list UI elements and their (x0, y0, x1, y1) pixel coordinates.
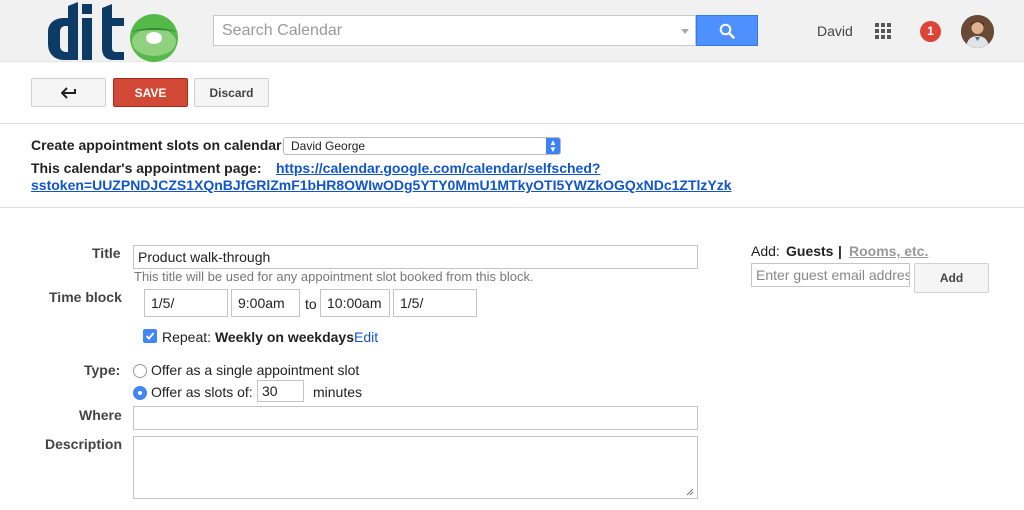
guests-tab[interactable]: Guests (786, 243, 833, 259)
repeat-checkbox[interactable] (143, 329, 157, 343)
back-arrow-icon (60, 86, 76, 99)
search-dropdown-caret-icon[interactable] (681, 29, 689, 34)
create-slots-label: Create appointment slots on calendar: (31, 137, 287, 153)
search-button[interactable] (696, 15, 758, 46)
appointment-page-label: This calendar's appointment page: (31, 160, 262, 176)
calendar-select[interactable]: David George ▲ ▼ (283, 137, 561, 155)
select-arrows-icon: ▲ ▼ (546, 138, 560, 154)
search-box[interactable] (213, 15, 696, 46)
title-label: Title (92, 245, 121, 261)
where-input[interactable] (133, 406, 698, 430)
calendar-select-value: David George (291, 139, 366, 153)
dito-logo[interactable] (30, 2, 184, 62)
save-button[interactable]: SAVE (113, 78, 188, 107)
user-name[interactable]: David (817, 23, 853, 39)
to-label: to (305, 296, 317, 312)
search-icon (719, 23, 735, 39)
checkmark-icon (145, 332, 155, 340)
title-hint: This title will be used for any appointm… (134, 269, 534, 284)
guest-email-input[interactable] (751, 263, 910, 287)
start-time-input[interactable] (231, 289, 300, 317)
multiple-slots-option-label: Offer as slots of: (151, 384, 253, 400)
appointment-page-link-token[interactable]: sstoken=UUZPNDJCZS1XQnBJfGRlZmF1bHR8OWIw… (31, 177, 732, 193)
slot-minutes-input[interactable] (257, 380, 304, 402)
end-time-input[interactable] (320, 289, 390, 317)
repeat-summary: Repeat: Weekly on weekdays (162, 329, 354, 345)
add-label: Add: (751, 243, 780, 259)
title-input[interactable] (133, 245, 698, 269)
appointment-page-link[interactable]: https://calendar.google.com/calendar/sel… (276, 160, 600, 176)
resize-handle-icon[interactable] (686, 488, 694, 496)
type-label: Type: (84, 362, 121, 378)
apps-grid-icon[interactable] (875, 23, 891, 39)
search-input[interactable] (214, 16, 674, 45)
multiple-slots-radio[interactable] (133, 386, 147, 400)
notification-badge[interactable]: 1 (920, 21, 941, 42)
time-block-label: Time block (49, 289, 122, 305)
where-label: Where (79, 407, 122, 423)
add-guest-button[interactable]: Add (914, 263, 989, 293)
end-date-input[interactable] (393, 289, 477, 317)
start-date-input[interactable] (144, 289, 228, 317)
description-textarea[interactable] (133, 436, 698, 499)
description-label: Description (45, 436, 123, 452)
repeat-prefix: Repeat: (162, 329, 212, 345)
repeat-value: Weekly on weekdays (214, 329, 354, 345)
repeat-edit-link[interactable]: Edit (354, 329, 378, 345)
avatar[interactable] (961, 15, 994, 48)
discard-button[interactable]: Discard (194, 78, 269, 107)
rooms-tab[interactable]: Rooms, etc. (849, 243, 928, 259)
minutes-label: minutes (313, 384, 363, 400)
single-slot-radio[interactable] (133, 364, 147, 378)
divider (0, 207, 1024, 208)
back-button[interactable] (31, 78, 106, 107)
tab-separator: | (838, 243, 842, 259)
top-bar: David 1 (0, 0, 1024, 62)
single-slot-option-label: Offer as a single appointment slot (151, 362, 360, 378)
divider (0, 123, 1024, 124)
